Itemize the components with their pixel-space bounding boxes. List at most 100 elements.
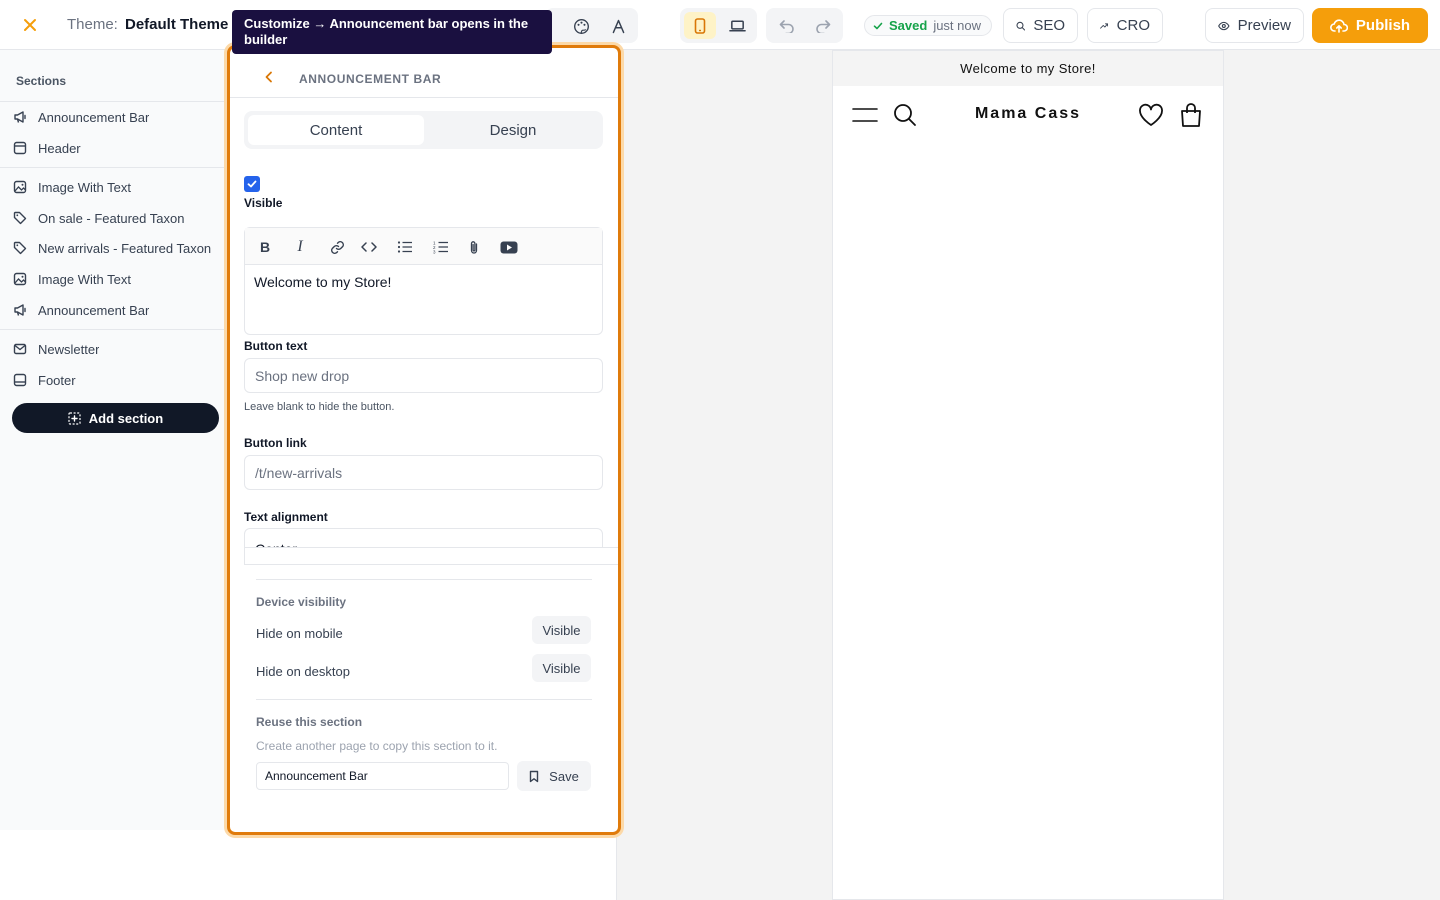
top-bar: Theme: Default Theme Saved just now SEO <box>0 0 1440 50</box>
bullet-list-icon[interactable] <box>395 237 415 257</box>
rich-text-editor: B I 123 Welcome to my Store! <box>244 227 603 335</box>
panel-title: ANNOUNCEMENT BAR <box>299 72 442 86</box>
image-icon <box>12 271 28 287</box>
button-text-label: Button text <box>244 339 308 353</box>
section-item-announcement-bar[interactable]: Announcement Bar <box>12 297 222 323</box>
megaphone-icon <box>12 302 28 318</box>
cro-button-label: CRO <box>1116 17 1150 34</box>
visible-label: Visible <box>244 196 283 210</box>
hide-on-desktop-toggle[interactable]: Visible <box>532 654 591 682</box>
saved-status-badge: Saved just now <box>864 15 993 36</box>
section-item-footer[interactable]: Footer <box>12 367 222 393</box>
add-section-button[interactable]: Add section <box>12 403 219 433</box>
hide-on-mobile-label: Hide on mobile <box>256 626 343 641</box>
editor-content[interactable]: Welcome to my Store! <box>254 274 391 290</box>
preview-store-header: Mama Cass <box>833 86 1223 143</box>
cro-button[interactable]: CRO <box>1087 8 1163 43</box>
code-icon[interactable] <box>359 237 379 257</box>
section-item-image-with-text[interactable]: Image With Text <box>12 266 222 292</box>
svg-text:3: 3 <box>433 250 436 255</box>
shopping-bag-icon[interactable] <box>1177 101 1205 129</box>
check-icon <box>873 22 883 29</box>
typography-icon[interactable] <box>608 16 628 36</box>
seo-button-label: SEO <box>1033 17 1065 34</box>
back-button[interactable] <box>260 68 278 86</box>
undo-button[interactable] <box>777 16 797 36</box>
redo-button[interactable] <box>813 16 833 36</box>
theme-name[interactable]: Default Theme <box>125 16 228 33</box>
walkthrough-tooltip: Customize → Announcement bar opens in th… <box>232 10 552 54</box>
visible-checkbox[interactable] <box>244 176 260 192</box>
search-icon[interactable] <box>891 101 919 129</box>
saved-status-text: Saved <box>889 18 928 33</box>
preview-button-label: Preview <box>1237 17 1291 34</box>
mobile-icon <box>694 17 706 34</box>
layout-header-icon <box>12 140 28 156</box>
reuse-save-button[interactable]: Save <box>517 761 591 791</box>
numbered-list-icon[interactable]: 123 <box>431 237 451 257</box>
wishlist-heart-icon[interactable] <box>1137 101 1165 129</box>
section-item-header[interactable]: Header <box>12 135 222 161</box>
redo-icon <box>816 20 831 33</box>
attachment-icon[interactable] <box>464 237 484 257</box>
tag-icon <box>12 240 28 256</box>
tab-design[interactable]: Design <box>425 115 601 145</box>
store-preview-frame: Welcome to my Store! Mama Cass <box>832 50 1224 900</box>
theme-label: Theme: <box>67 16 118 33</box>
mobile-view-button[interactable] <box>684 12 716 39</box>
editor-toolbar: B I 123 <box>245 228 602 265</box>
italic-icon[interactable]: I <box>290 237 310 257</box>
undo-icon <box>779 20 794 33</box>
reuse-save-label: Save <box>549 768 579 784</box>
section-item-new-arrivals-featured-taxon[interactable]: New arrivals - Featured Taxon <box>12 235 222 261</box>
section-item-label: Header <box>38 140 81 156</box>
text-alignment-label: Text alignment <box>244 510 328 524</box>
theme-tools <box>545 8 638 43</box>
device-switcher <box>680 8 757 43</box>
divider <box>0 329 226 330</box>
tag-icon <box>12 210 28 226</box>
desktop-view-button[interactable] <box>721 12 753 39</box>
add-section-icon <box>68 411 81 425</box>
hide-on-mobile-toggle[interactable]: Visible <box>532 616 591 644</box>
preview-announcement-bar[interactable]: Welcome to my Store! <box>833 51 1223 86</box>
bold-icon[interactable]: B <box>255 237 275 257</box>
section-item-label: Newsletter <box>38 341 100 357</box>
sections-sidebar: Sections Announcement Bar Header Image W… <box>0 50 226 830</box>
add-section-label: Add section <box>88 410 164 426</box>
preview-button[interactable]: Preview <box>1205 8 1304 43</box>
button-text-help: Leave blank to hide the button. <box>244 401 395 413</box>
bookmark-icon <box>529 770 539 782</box>
button-link-label: Button link <box>244 436 307 450</box>
button-text-input[interactable] <box>244 358 603 393</box>
link-icon[interactable] <box>327 237 347 257</box>
palette-icon[interactable] <box>571 16 591 36</box>
menu-icon[interactable] <box>851 101 879 129</box>
section-item-image-with-text[interactable]: Image With Text <box>12 174 222 200</box>
sections-title: Sections <box>16 74 67 88</box>
megaphone-icon <box>12 109 28 125</box>
reuse-section-name-input[interactable] <box>256 762 509 790</box>
reuse-section-help: Create another page to copy this section… <box>256 739 498 753</box>
section-item-label: Image With Text <box>38 271 131 287</box>
close-icon <box>24 19 36 31</box>
section-item-announcement-bar[interactable]: Announcement Bar <box>12 104 222 130</box>
canvas-background <box>0 830 616 900</box>
button-link-input[interactable] <box>244 455 603 490</box>
reuse-section-title: Reuse this section <box>256 715 363 729</box>
hide-on-desktop-label: Hide on desktop <box>256 664 350 679</box>
youtube-icon[interactable] <box>499 237 519 257</box>
seo-button[interactable]: SEO <box>1003 8 1078 43</box>
tab-content[interactable]: Content <box>248 115 424 145</box>
store-name[interactable]: Mama Cass <box>928 105 1128 123</box>
eye-icon <box>1218 21 1230 30</box>
close-button[interactable] <box>14 10 46 40</box>
section-item-on-sale-featured-taxon[interactable]: On sale - Featured Taxon <box>12 205 222 231</box>
divider <box>256 579 592 580</box>
section-settings-panel: ANNOUNCEMENT BAR Content Design Visible … <box>227 45 621 835</box>
section-item-label: Announcement Bar <box>38 302 150 318</box>
section-item-newsletter[interactable]: Newsletter <box>12 336 222 362</box>
publish-button[interactable]: Publish <box>1312 8 1428 43</box>
cloud-upload-icon <box>1329 18 1348 33</box>
divider <box>0 167 226 168</box>
